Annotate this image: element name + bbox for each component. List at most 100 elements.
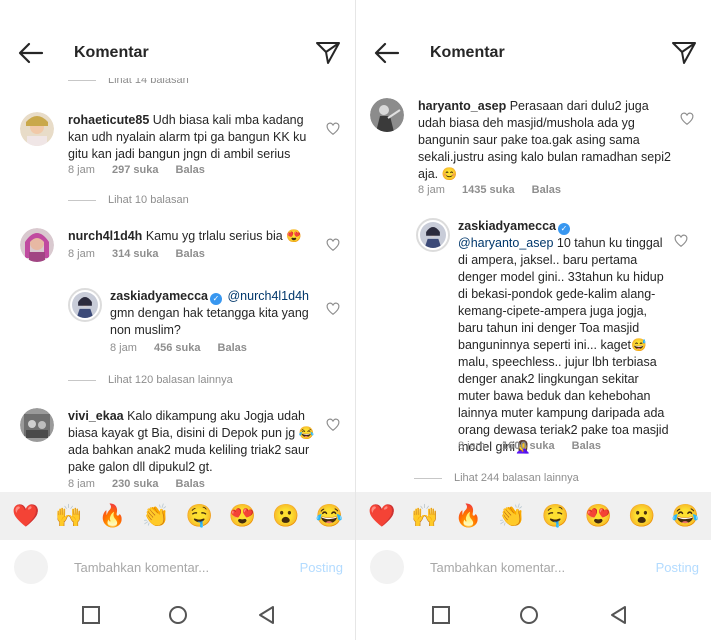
like-heart-icon[interactable] <box>326 302 340 316</box>
back-arrow-icon[interactable] <box>18 42 44 64</box>
comment-body: rohaeticute85 Udh biasa kali mba kadang … <box>68 112 320 163</box>
send-icon[interactable] <box>671 40 697 66</box>
emoji-quick-reactions: ❤️ 🙌 🔥 👏 🤤 😍 😮 😂 <box>356 492 711 540</box>
avatar[interactable] <box>20 112 54 146</box>
comment-time: 8 jam <box>68 164 95 176</box>
reply-button[interactable]: Balas <box>218 342 247 354</box>
comment-username[interactable]: vivi_ekaa <box>68 409 124 423</box>
like-heart-icon[interactable] <box>326 418 340 432</box>
back-triangle-icon[interactable] <box>608 604 630 626</box>
avatar[interactable] <box>20 408 54 442</box>
like-heart-icon[interactable] <box>326 122 340 136</box>
recent-apps-icon[interactable] <box>430 604 452 626</box>
like-heart-icon[interactable] <box>326 238 340 252</box>
emoji-quick-reactions: ❤️ 🙌 🔥 👏 🤤 😍 😮 😂 <box>0 492 355 540</box>
emoji-surprised[interactable]: 😮 <box>272 503 299 529</box>
comment-composer: Posting <box>0 544 355 590</box>
comment-time: 8 jam <box>68 248 95 260</box>
comment-text: 10 tahun ku tinggal di ampera, jaksel.. … <box>458 236 669 454</box>
avatar[interactable] <box>416 218 450 252</box>
home-icon[interactable] <box>518 604 540 626</box>
likes-count[interactable]: 314 suka <box>112 248 158 260</box>
right-screen: Komentar haryanto_asep Perasaan dari dul… <box>356 0 711 640</box>
recent-apps-icon[interactable] <box>80 604 102 626</box>
reply-button[interactable]: Balas <box>176 478 205 488</box>
divider <box>68 199 96 201</box>
mention-link[interactable]: @haryanto_asep <box>458 236 553 250</box>
comment-meta: 8 jam 456 suka Balas <box>110 342 261 354</box>
comment-time: 8 jam <box>68 478 95 488</box>
comment-meta: 8 jam 230 suka Balas <box>68 478 219 488</box>
likes-count[interactable]: 297 suka <box>112 164 158 176</box>
comment-text: Kamu yg trlalu serius bia 😍 <box>145 229 302 243</box>
emoji-drooling[interactable]: 🤤 <box>541 503 568 529</box>
reply-button[interactable]: Balas <box>176 164 205 176</box>
header: Komentar <box>0 30 355 78</box>
comment-meta: 8 jam 314 suka Balas <box>68 248 219 260</box>
view-replies-link[interactable]: Lihat 10 balasan <box>68 194 189 206</box>
like-heart-icon[interactable] <box>680 112 694 126</box>
divider <box>68 379 96 381</box>
system-nav-bar <box>356 590 711 640</box>
page-title: Komentar <box>74 44 149 61</box>
verified-badge-icon: ✓ <box>210 293 222 305</box>
emoji-heart-eyes[interactable]: 😍 <box>585 503 612 529</box>
view-replies-link[interactable]: Lihat 244 balasan lainnya <box>414 472 579 484</box>
left-screen: Komentar Lihat 14 balasan rohaeticute85 … <box>0 0 355 640</box>
emoji-raising-hands[interactable]: 🙌 <box>411 503 438 529</box>
emoji-heart-eyes[interactable]: 😍 <box>229 503 256 529</box>
emoji-clapping[interactable]: 👏 <box>498 503 525 529</box>
reply-button[interactable]: Balas <box>572 440 601 452</box>
comment-username[interactable]: nurch4l1d4h <box>68 229 142 243</box>
avatar[interactable] <box>68 288 102 322</box>
emoji-fire[interactable]: 🔥 <box>455 503 482 529</box>
comment-input[interactable] <box>74 556 274 578</box>
emoji-clapping[interactable]: 👏 <box>142 503 169 529</box>
comment-username[interactable]: zaskiadyamecca <box>458 219 556 233</box>
emoji-surprised[interactable]: 😮 <box>628 503 655 529</box>
view-replies-link[interactable]: Lihat 120 balasan lainnya <box>68 374 233 386</box>
comment-meta: 8 jam 297 suka Balas <box>68 164 219 176</box>
comment-list: haryanto_asep Perasaan dari dulu2 juga u… <box>356 78 711 488</box>
emoji-drooling[interactable]: 🤤 <box>185 503 212 529</box>
emoji-heart[interactable]: ❤️ <box>368 503 395 529</box>
comment-body: nurch4l1d4h Kamu yg trlalu serius bia 😍 <box>68 228 320 245</box>
back-arrow-icon[interactable] <box>374 42 400 64</box>
comment-username[interactable]: rohaeticute85 <box>68 113 149 127</box>
comment-time: 8 jam <box>110 342 137 354</box>
comment-list: Lihat 14 balasan rohaeticute85 Udh biasa… <box>0 78 355 488</box>
header: Komentar <box>356 30 711 78</box>
emoji-laughing[interactable]: 😂 <box>316 503 343 529</box>
emoji-fire[interactable]: 🔥 <box>99 503 126 529</box>
comment-text: gmn dengan hak tetangga kita yang non mu… <box>110 306 309 337</box>
likes-count[interactable]: 230 suka <box>112 478 158 488</box>
avatar <box>370 550 404 584</box>
avatar[interactable] <box>20 228 54 262</box>
mention-link[interactable]: @nurch4l1d4h <box>227 289 309 303</box>
likes-count[interactable]: 1435 suka <box>462 184 515 196</box>
likes-count[interactable]: 456 suka <box>154 342 200 354</box>
comment-username[interactable]: haryanto_asep <box>418 99 506 113</box>
likes-count[interactable]: 1600 suka <box>502 440 555 452</box>
page-title: Komentar <box>430 44 505 61</box>
home-icon[interactable] <box>167 604 189 626</box>
comment-time: 8 jam <box>418 184 445 196</box>
comment-body: zaskiadyamecca ✓ @nurch4l1d4h gmn dengan … <box>110 288 320 339</box>
verified-badge-icon: ✓ <box>558 223 570 235</box>
view-replies-link[interactable]: Lihat 14 balasan <box>68 78 189 86</box>
like-heart-icon[interactable] <box>674 234 688 248</box>
post-button[interactable]: Posting <box>656 560 699 575</box>
reply-button[interactable]: Balas <box>532 184 561 196</box>
comment-username[interactable]: zaskiadyamecca <box>110 289 208 303</box>
comment-input[interactable] <box>430 556 630 578</box>
avatar[interactable] <box>370 98 404 132</box>
emoji-raising-hands[interactable]: 🙌 <box>55 503 82 529</box>
emoji-laughing[interactable]: 😂 <box>672 503 699 529</box>
post-button[interactable]: Posting <box>300 560 343 575</box>
back-triangle-icon[interactable] <box>256 604 278 626</box>
divider <box>414 477 442 479</box>
emoji-heart[interactable]: ❤️ <box>12 503 39 529</box>
send-icon[interactable] <box>315 40 341 66</box>
comment-composer: Posting <box>356 544 711 590</box>
reply-button[interactable]: Balas <box>176 248 205 260</box>
